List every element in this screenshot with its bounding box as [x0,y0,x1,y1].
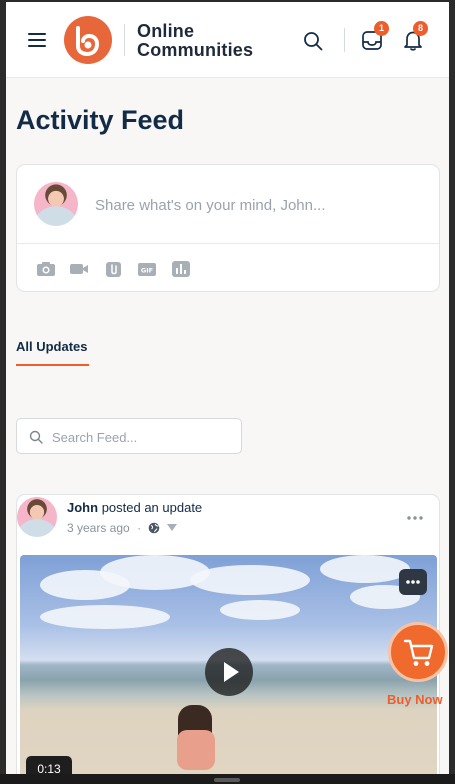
buy-now-cart-button[interactable] [388,622,448,682]
header-separator [344,28,345,52]
svg-text:GIF: GIF [141,267,153,275]
user-avatar[interactable] [34,182,78,226]
privacy-globe-icon[interactable] [148,522,160,537]
composer-input[interactable]: Share what's on your mind, John... [95,197,415,214]
top-header: Online Communities 1 8 [6,2,449,78]
post-options-icon[interactable] [407,507,423,525]
logo-divider [124,24,125,56]
cloud [40,605,170,629]
gif-icon[interactable]: GIF [137,260,157,278]
post-author-avatar[interactable] [17,497,57,537]
tab-all-updates[interactable]: All Updates [16,339,88,354]
privacy-dropdown-icon[interactable] [166,524,177,531]
brand-line-1: Online [137,21,195,41]
app-frame: Online Communities 1 8 Activity Feed Sha… [6,2,449,784]
post-video[interactable] [20,555,437,784]
video-icon[interactable] [69,260,89,278]
tab-active-indicator [16,364,89,366]
feed-search-input[interactable]: Search Feed... [16,418,242,454]
post-action: posted an update [101,500,203,515]
composer-divider [17,243,439,244]
gesture-handle[interactable] [214,778,240,782]
meta-separator: · [137,521,142,535]
notifications-badge: 8 [413,21,428,36]
search-icon [29,430,43,444]
feed-search-placeholder: Search Feed... [52,430,138,445]
messages-badge: 1 [374,21,389,36]
attachment-icon[interactable] [104,260,124,278]
post-composer: Share what's on your mind, John... GIF [16,164,440,292]
page-title: Activity Feed [16,105,185,135]
play-button-icon[interactable] [205,648,253,696]
person-dress [177,730,215,770]
cart-icon [403,639,434,666]
brand-name[interactable]: Online Communities [137,22,253,60]
post-time[interactable]: 3 years ago [67,521,130,535]
activity-post: John posted an update 3 years ago · [16,494,440,784]
buy-now-label[interactable]: Buy Now [387,692,443,707]
post-header: John posted an update [67,500,202,515]
menu-icon[interactable] [28,33,46,47]
brand-logo-icon[interactable] [64,16,112,64]
cloud [190,565,310,595]
brand-line-2: Communities [137,40,254,60]
post-meta: 3 years ago · [67,521,177,537]
search-icon[interactable] [303,31,323,56]
camera-icon[interactable] [36,260,56,278]
cloud [320,555,410,583]
post-author-name[interactable]: John [67,500,98,515]
poll-icon[interactable] [171,260,191,278]
video-options-icon[interactable] [399,569,427,595]
cloud [220,600,300,620]
